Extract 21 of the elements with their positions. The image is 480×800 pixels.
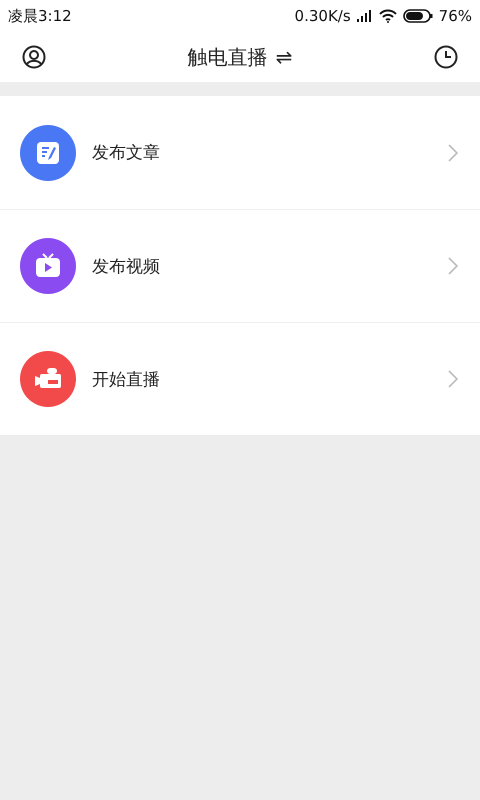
wifi-icon: [378, 9, 397, 23]
chevron-right-icon: [448, 144, 458, 162]
chevron-right-icon: [448, 257, 458, 275]
menu-row[interactable]: 开始直播: [0, 322, 480, 435]
chevron-right-icon: [448, 370, 458, 388]
status-time: 凌晨3:12: [8, 6, 72, 26]
clock-icon[interactable]: [434, 45, 458, 69]
menu-label: 发布文章: [92, 142, 161, 164]
signal-icon: [356, 10, 373, 22]
network-speed: 0.30K/s: [294, 7, 351, 25]
menu-label: 开始直播: [92, 368, 161, 390]
document-edit-icon: [35, 140, 61, 166]
menu-label: 发布视频: [92, 256, 161, 278]
switch-button[interactable]: ⇌: [276, 45, 292, 69]
menu-row[interactable]: 发布文章: [0, 96, 480, 209]
battery-percent: 76%: [438, 7, 472, 25]
profile-icon[interactable]: [22, 45, 46, 69]
battery-icon: [402, 9, 433, 23]
tv-play-icon: [34, 253, 62, 279]
menu-row[interactable]: 发布视频: [0, 209, 480, 322]
app-title: 触电直播: [188, 44, 268, 70]
